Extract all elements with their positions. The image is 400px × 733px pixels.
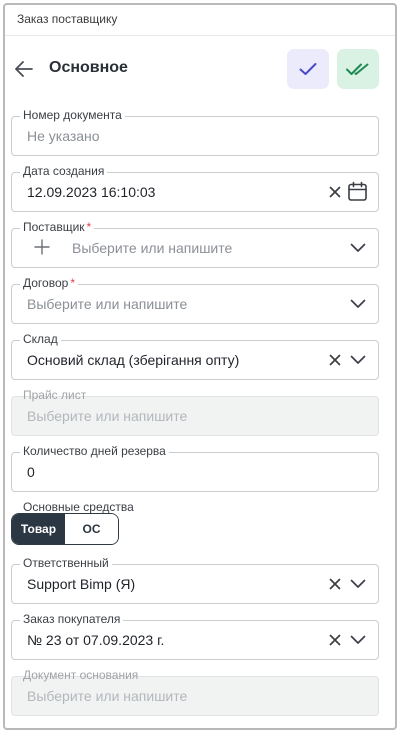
required-marker: * [86, 220, 92, 234]
price-list-label: Прайс лист [23, 388, 87, 402]
segment-fixed-assets[interactable]: ОС [65, 514, 118, 544]
reserve-days-input[interactable] [11, 452, 379, 492]
calendar-icon[interactable] [347, 181, 368, 202]
responsible-label: Ответственный [20, 556, 112, 570]
price-list-field: Прайс лист Выберите или напишите [11, 388, 379, 436]
chevron-down-icon[interactable] [349, 295, 367, 313]
reserve-days-label: Количество дней резерва [20, 444, 169, 458]
warehouse-label: Склад [20, 332, 61, 346]
fixed-assets-label: Основные средства [23, 500, 134, 514]
creation-date-value: 12.09.2023 16:10:03 [27, 184, 156, 200]
back-button[interactable] [13, 58, 35, 80]
warehouse-value: Основий склад (зберігання опту) [27, 352, 240, 368]
creation-date-label: Дата создания [20, 164, 108, 178]
contract-placeholder: Выберите или напишите [27, 296, 188, 312]
chevron-down-icon[interactable] [349, 575, 367, 593]
contract-label: Договор * [20, 276, 78, 290]
reserve-days-value: 0 [27, 464, 35, 480]
save-and-close-button[interactable] [337, 49, 379, 89]
page-title: Основное [49, 59, 128, 76]
base-document-placeholder: Выберите или напишите [27, 688, 188, 704]
document-number-label: Номер документа [20, 108, 125, 122]
document-number-field[interactable]: Номер документа Не указано [11, 108, 379, 156]
chevron-down-icon[interactable] [349, 239, 367, 257]
supplier-label: Поставщик * [20, 220, 95, 234]
double-check-icon [346, 63, 369, 75]
responsible-value: Support Bimp (Я) [27, 576, 136, 592]
base-document-label: Документ основания [23, 668, 139, 682]
supplier-field[interactable]: Поставщик * Выберите или напишите [11, 220, 379, 268]
fixed-assets-toggle[interactable]: Товар ОС [11, 513, 119, 545]
form-header: Основное [0, 47, 400, 95]
clear-icon[interactable] [326, 575, 344, 593]
contract-field[interactable]: Договор * Выберите или напишите [11, 276, 379, 324]
base-document-field: Документ основания Выберите или напишите [11, 668, 379, 716]
responsible-field[interactable]: Ответственный Support Bimp (Я) [11, 556, 379, 604]
arrow-left-icon [15, 61, 33, 77]
chevron-down-icon[interactable] [349, 351, 367, 369]
clear-icon[interactable] [326, 183, 344, 201]
save-button[interactable] [287, 49, 329, 89]
window-title: Заказ поставщику [5, 5, 395, 36]
chevron-down-icon[interactable] [349, 631, 367, 649]
creation-date-field[interactable]: Дата создания 12.09.2023 16:10:03 [11, 164, 379, 212]
required-marker: * [70, 276, 75, 290]
segment-goods[interactable]: Товар [12, 514, 65, 544]
clear-icon[interactable] [326, 351, 344, 369]
customer-order-label: Заказ покупателя [20, 612, 124, 626]
document-number-placeholder: Не указано [27, 128, 100, 144]
reserve-days-field[interactable]: Количество дней резерва 0 [11, 444, 379, 492]
add-supplier-icon[interactable] [33, 238, 51, 256]
check-icon [299, 63, 317, 75]
clear-icon[interactable] [326, 631, 344, 649]
supplier-placeholder: Выберите или напишите [72, 240, 233, 256]
price-list-placeholder: Выберите или напишите [27, 408, 188, 424]
warehouse-field[interactable]: Склад Основий склад (зберігання опту) [11, 332, 379, 380]
customer-order-value: № 23 от 07.09.2023 г. [27, 632, 165, 648]
customer-order-field[interactable]: Заказ покупателя № 23 от 07.09.2023 г. [11, 612, 379, 660]
